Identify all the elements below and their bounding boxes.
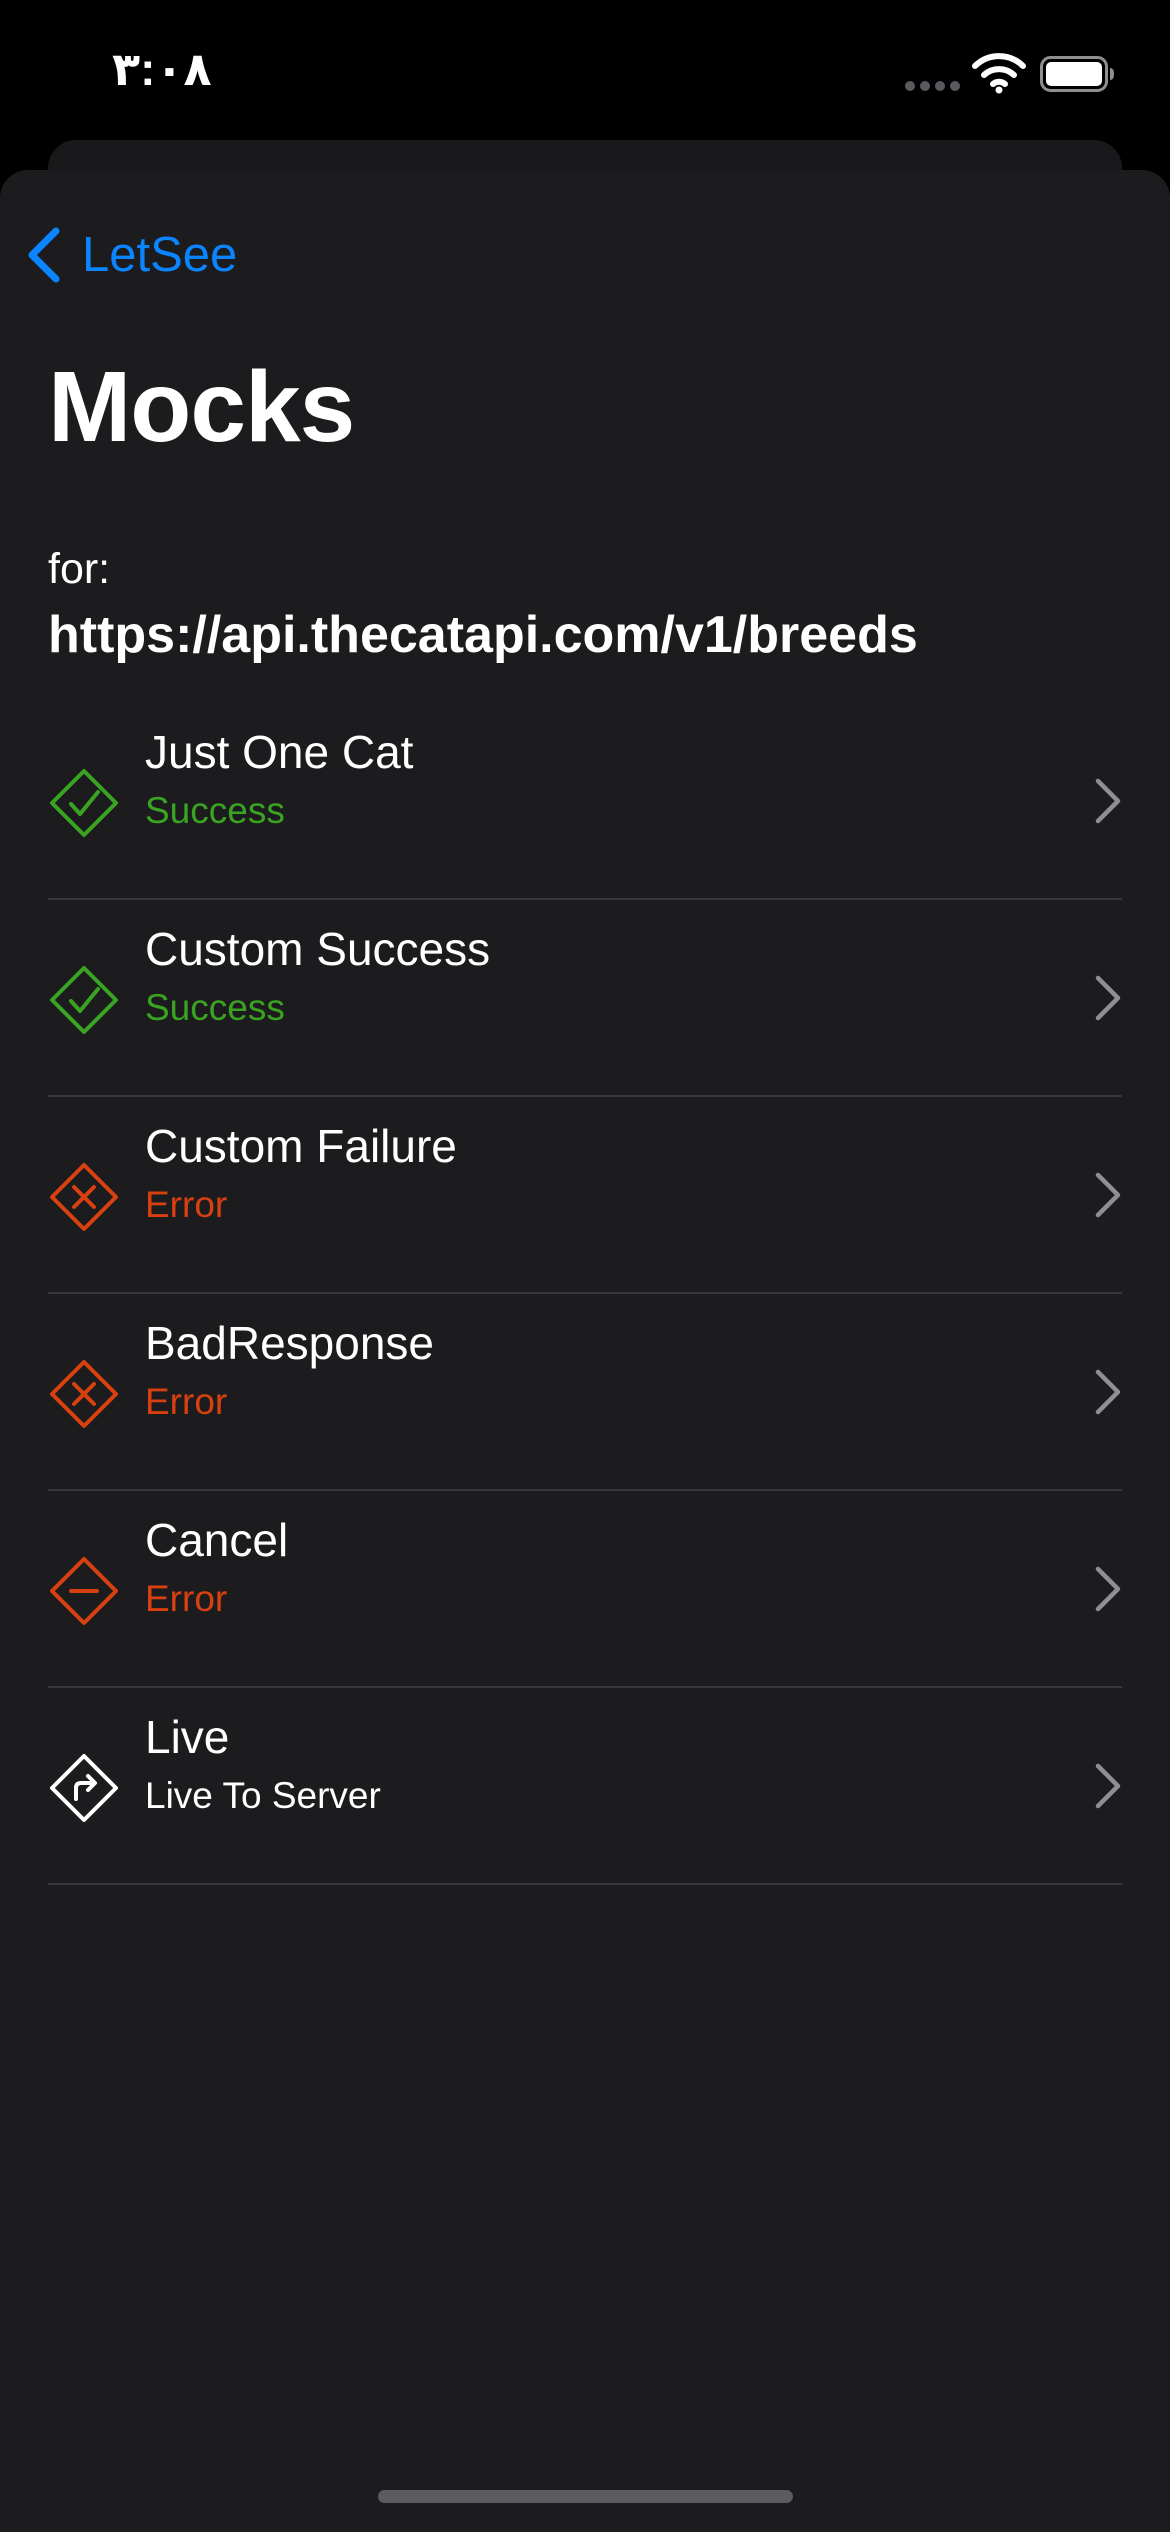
- mock-row-badresponse[interactable]: BadResponse Error: [48, 1294, 1122, 1491]
- mock-title: Custom Failure: [145, 1120, 457, 1172]
- mock-title: BadResponse: [145, 1317, 434, 1369]
- xmark-diamond-icon: [50, 1163, 118, 1231]
- battery-full-icon: [1040, 56, 1114, 92]
- chevron-right-icon: [1095, 1763, 1121, 1809]
- checkmark-diamond-icon: [50, 966, 118, 1034]
- mock-status: Success: [145, 987, 285, 1028]
- mock-status: Success: [145, 790, 285, 831]
- status-bar: ۳:۰۸: [0, 0, 1170, 140]
- mock-row-live[interactable]: Live Live To Server: [48, 1688, 1122, 1885]
- chevron-right-icon: [1095, 1172, 1121, 1218]
- chevron-left-icon: [28, 227, 60, 283]
- chevron-right-icon: [1095, 975, 1121, 1021]
- for-label: for:: [48, 545, 111, 593]
- mock-title: Live: [145, 1711, 230, 1763]
- mock-list: Just One Cat Success Custom Success Succ…: [48, 703, 1122, 1885]
- xmark-diamond-icon: [50, 1360, 118, 1428]
- mock-row-custom-success[interactable]: Custom Success Success: [48, 900, 1122, 1097]
- home-indicator[interactable]: [378, 2490, 793, 2503]
- status-time: ۳:۰۸: [112, 43, 212, 95]
- page-title: Mocks: [48, 351, 355, 463]
- back-button-label: LetSee: [82, 228, 238, 282]
- minus-diamond-icon: [50, 1557, 118, 1625]
- mock-status: Live To Server: [145, 1775, 381, 1816]
- mock-title: Custom Success: [145, 923, 491, 975]
- mock-row-cancel[interactable]: Cancel Error: [48, 1491, 1122, 1688]
- endpoint-url: https://api.thecatapi.com/v1/breeds: [48, 606, 918, 664]
- chevron-right-icon: [1095, 1369, 1121, 1415]
- chevron-right-icon: [1095, 778, 1121, 824]
- mock-status: Error: [145, 1184, 228, 1225]
- mock-row-just-one-cat[interactable]: Just One Cat Success: [48, 703, 1122, 900]
- chevron-right-icon: [1095, 1566, 1121, 1612]
- arrow-turn-right-diamond-icon: [50, 1754, 118, 1822]
- cellular-signal-icon: [905, 81, 961, 93]
- mock-status: Error: [145, 1578, 228, 1619]
- wifi-icon: [972, 53, 1026, 94]
- mock-title: Just One Cat: [145, 726, 414, 778]
- mock-title: Cancel: [145, 1514, 289, 1566]
- checkmark-diamond-icon: [50, 769, 118, 837]
- mock-row-custom-failure[interactable]: Custom Failure Error: [48, 1097, 1122, 1294]
- back-button[interactable]: LetSee: [24, 218, 237, 292]
- mock-status: Error: [145, 1381, 228, 1422]
